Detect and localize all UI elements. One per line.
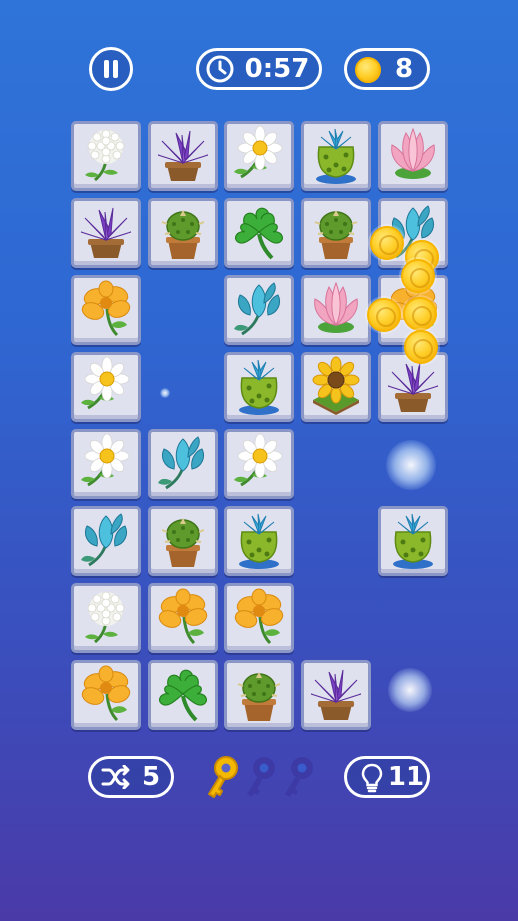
daisy-icon [81,433,130,487]
cactus-flower-icon [316,128,356,184]
tile-cactus-blue-flower[interactable] [301,121,371,191]
sparkle-effect [386,440,436,490]
sparkle-effect [388,668,432,712]
hint-count: 11 [387,762,425,792]
tile-clover[interactable] [148,660,218,730]
tile-blue-tulip[interactable] [148,429,218,499]
shuffle-icon [101,765,130,789]
tile-potted-cactus[interactable] [148,506,218,576]
tile-daisy[interactable] [71,352,141,422]
tile-potted-cactus[interactable] [148,198,218,268]
tile-cactus-blue-flower[interactable] [224,506,294,576]
purple-succulent-icon [157,130,209,181]
daisy-icon [234,433,283,487]
tile-purple-succulent[interactable] [71,198,141,268]
tile-purple-succulent[interactable] [148,121,218,191]
coin-particle [404,330,438,364]
daisy-icon [81,356,130,410]
cactus-flower-icon [239,359,279,415]
tile-purple-succulent[interactable] [378,352,448,422]
sunflower-icon [312,356,360,415]
lotus-icon [391,127,435,179]
lotus-icon [314,281,358,333]
tile-daisy[interactable] [224,429,294,499]
potted-cactus-icon [161,210,205,259]
coin-particle [401,259,435,293]
potted-cactus-icon [237,672,281,721]
lightbulb-icon [361,763,383,793]
cactus-flower-icon [393,513,433,569]
key-icon [285,757,313,797]
key-icon [247,757,275,797]
tile-yellow-flower[interactable] [71,660,141,730]
tile-daisy[interactable] [71,429,141,499]
tile-pink-lotus[interactable] [378,121,448,191]
tile-cactus-blue-flower[interactable] [224,352,294,422]
tile-sunflower[interactable] [301,352,371,422]
coin-particle [403,297,437,331]
blue-tulip-icon [81,513,128,567]
coin-particle [367,298,401,332]
tile-daisy[interactable] [224,121,294,191]
purple-succulent-icon [80,207,132,258]
potted-cactus-icon [161,518,205,567]
hint-button[interactable]: 11 [344,756,430,798]
key-icon [208,756,238,798]
tile-dandelion[interactable] [71,121,141,191]
tile-blue-tulip[interactable] [71,506,141,576]
tile-cactus-blue-flower[interactable] [378,506,448,576]
shuffle-count: 5 [141,762,161,792]
tile-yellow-flower[interactable] [148,583,218,653]
sparkle-effect [160,388,170,398]
clover-icon [158,669,208,722]
tile-potted-cactus[interactable] [224,660,294,730]
purple-succulent-icon [387,361,439,412]
cactus-flower-icon [239,513,279,569]
dandelion-icon [85,591,125,644]
coin-particle [370,226,404,260]
clover-icon [234,207,284,260]
tile-purple-succulent[interactable] [301,660,371,730]
tile-dandelion[interactable] [71,583,141,653]
yellow-flower-icon [158,588,208,645]
tile-clover[interactable] [224,198,294,268]
yellow-flower-icon [81,665,131,722]
blue-tulip-icon [234,282,281,336]
daisy-icon [234,125,283,179]
tile-blue-tulip[interactable] [224,275,294,345]
yellow-flower-icon [81,280,131,337]
keys-indicator [200,752,320,804]
tile-yellow-flower[interactable] [224,583,294,653]
yellow-flower-icon [234,588,284,645]
blue-tulip-icon [158,436,205,490]
potted-cactus-icon [314,210,358,259]
shuffle-button[interactable]: 5 [88,756,174,798]
dandelion-icon [85,129,125,182]
tile-pink-lotus[interactable] [301,275,371,345]
purple-succulent-icon [310,669,362,720]
tile-yellow-flower[interactable] [71,275,141,345]
tile-potted-cactus[interactable] [301,198,371,268]
